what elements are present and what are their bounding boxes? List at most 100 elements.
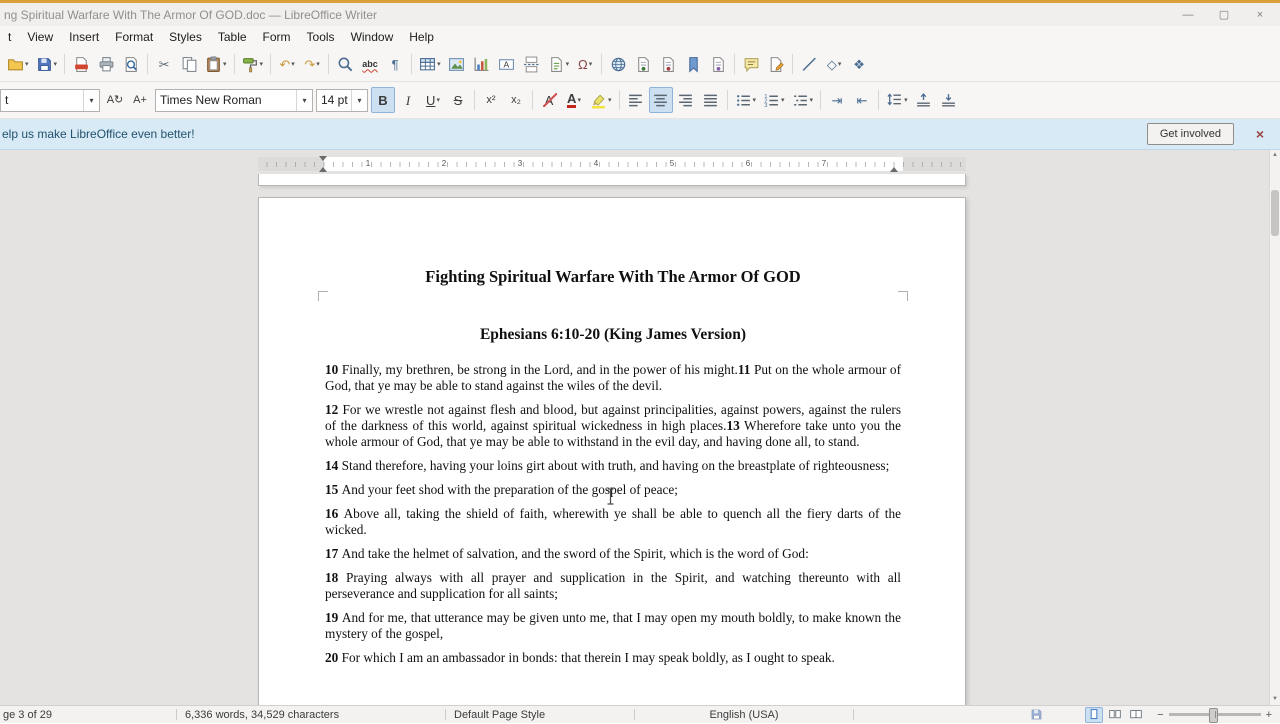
- multi-page-view-button[interactable]: [1106, 707, 1124, 723]
- paragraph[interactable]: 19 And for me, that utterance may be giv…: [325, 610, 901, 642]
- copy-button[interactable]: [177, 51, 201, 77]
- paragraph[interactable]: 20 For which I am an ambassador in bonds…: [325, 650, 901, 666]
- underline-button[interactable]: U ▾: [421, 87, 445, 113]
- insert-line-button[interactable]: [797, 51, 821, 77]
- minimize-button[interactable]: —: [1170, 4, 1206, 25]
- increase-indent-button[interactable]: ⇥: [825, 87, 849, 113]
- status-page-style[interactable]: Default Page Style: [446, 709, 634, 721]
- status-word-count[interactable]: 6,336 words, 34,529 characters: [177, 709, 445, 721]
- dropdown-arrow-icon[interactable]: ▾: [54, 60, 58, 68]
- scroll-up-icon[interactable]: ▲: [1270, 150, 1280, 161]
- dropdown-arrow-icon[interactable]: ▾: [781, 96, 785, 104]
- show-draw-functions-button[interactable]: ❖: [847, 51, 871, 77]
- ordered-list-button[interactable]: ▾: [760, 87, 788, 113]
- dropdown-arrow-icon[interactable]: ▾: [904, 96, 908, 104]
- dropdown-arrow-icon[interactable]: ▾: [436, 96, 440, 104]
- open-button[interactable]: ▾: [4, 51, 32, 77]
- insert-bookmark-button[interactable]: [681, 51, 705, 77]
- insert-table-button[interactable]: ▾: [416, 51, 444, 77]
- dropdown-arrow-icon[interactable]: ▾: [260, 60, 264, 68]
- insert-endnote-button[interactable]: [656, 51, 680, 77]
- vertical-scrollbar[interactable]: ▲ ▼: [1269, 150, 1280, 705]
- justify-button[interactable]: [699, 87, 723, 113]
- document-page[interactable]: Fighting Spiritual Warfare With The Armo…: [258, 197, 966, 705]
- insert-image-button[interactable]: [445, 51, 469, 77]
- menu-edit-partial[interactable]: t: [0, 28, 19, 46]
- decrease-indent-button[interactable]: ⇤: [850, 87, 874, 113]
- page-break-button[interactable]: [520, 51, 544, 77]
- menu-form[interactable]: Form: [255, 28, 299, 46]
- bold-button[interactable]: B: [371, 87, 395, 113]
- print-button[interactable]: [94, 51, 118, 77]
- zoom-out-button[interactable]: −: [1157, 709, 1163, 721]
- subscript-button[interactable]: x₂: [504, 87, 528, 113]
- status-language[interactable]: English (USA): [635, 709, 853, 721]
- align-left-button[interactable]: [624, 87, 648, 113]
- dropdown-arrow-icon[interactable]: ▾: [753, 96, 757, 104]
- insert-special-character-button[interactable]: Ω ▾: [573, 51, 597, 77]
- paste-button[interactable]: ▾: [202, 51, 230, 77]
- save-button[interactable]: ▾: [33, 51, 61, 77]
- undo-button[interactable]: ↶ ▾: [275, 51, 299, 77]
- basic-shapes-button[interactable]: ◇ ▾: [822, 51, 846, 77]
- track-changes-button[interactable]: [764, 51, 788, 77]
- menu-tools[interactable]: Tools: [299, 28, 343, 46]
- menu-window[interactable]: Window: [343, 28, 402, 46]
- increase-paragraph-spacing-button[interactable]: [912, 87, 936, 113]
- redo-button[interactable]: ↷ ▾: [300, 51, 324, 77]
- paragraph[interactable]: 10 Finally, my brethren, be strong in th…: [325, 362, 901, 394]
- horizontal-ruler[interactable]: 1 2 3 4 5 6 7: [258, 156, 966, 172]
- menu-insert[interactable]: Insert: [61, 28, 107, 46]
- paragraph[interactable]: 17 And take the helmet of salvation, and…: [325, 546, 901, 562]
- dropdown-arrow-icon[interactable]: ▾: [838, 60, 842, 68]
- dropdown-arrow-icon[interactable]: ▾: [437, 60, 441, 68]
- highlight-color-button[interactable]: ▾: [587, 87, 615, 113]
- paragraph-style-dropdown-icon[interactable]: ▾: [83, 89, 99, 111]
- insert-hyperlink-button[interactable]: [606, 51, 630, 77]
- insert-chart-button[interactable]: [470, 51, 494, 77]
- menu-format[interactable]: Format: [107, 28, 161, 46]
- paragraph-style-select[interactable]: t ▾: [0, 88, 100, 112]
- zoom-slider[interactable]: [1168, 708, 1261, 723]
- dropdown-arrow-icon[interactable]: ▾: [566, 60, 570, 68]
- superscript-button[interactable]: x²: [479, 87, 503, 113]
- paragraph[interactable]: 14 Stand therefore, having your loins gi…: [325, 458, 901, 474]
- dropdown-arrow-icon[interactable]: ▾: [589, 60, 593, 68]
- font-color-button[interactable]: A ▾: [562, 87, 586, 113]
- scroll-down-icon[interactable]: ▼: [1270, 694, 1280, 705]
- restore-button[interactable]: ▢: [1206, 4, 1242, 25]
- menu-styles[interactable]: Styles: [161, 28, 210, 46]
- scrollbar-thumb[interactable]: [1271, 190, 1279, 236]
- italic-button[interactable]: I: [396, 87, 420, 113]
- dropdown-arrow-icon[interactable]: ▾: [316, 60, 320, 68]
- print-preview-button[interactable]: [119, 51, 143, 77]
- paragraph[interactable]: 12 For we wrestle not against flesh and …: [325, 402, 901, 450]
- unordered-list-button[interactable]: ▾: [732, 87, 760, 113]
- document-body[interactable]: 10 Finally, my brethren, be strong in th…: [325, 362, 901, 666]
- clear-formatting-button[interactable]: A: [537, 87, 561, 113]
- get-involved-button[interactable]: Get involved: [1146, 123, 1234, 145]
- insert-field-button[interactable]: ▾: [545, 51, 573, 77]
- dropdown-arrow-icon[interactable]: ▾: [810, 96, 814, 104]
- cut-button[interactable]: ✂: [152, 51, 176, 77]
- decrease-paragraph-spacing-button[interactable]: [937, 87, 961, 113]
- paragraph[interactable]: 16 Above all, taking the shield of faith…: [325, 506, 901, 538]
- font-size-select[interactable]: 14 pt ▾: [316, 88, 368, 112]
- dropdown-arrow-icon[interactable]: ▾: [577, 96, 581, 104]
- menu-help[interactable]: Help: [401, 28, 442, 46]
- dropdown-arrow-icon[interactable]: ▾: [25, 60, 29, 68]
- dropdown-arrow-icon[interactable]: ▾: [608, 96, 612, 104]
- font-name-select[interactable]: Times New Roman ▾: [155, 88, 313, 112]
- single-page-view-button[interactable]: [1085, 706, 1104, 723]
- book-view-button[interactable]: [1127, 707, 1145, 723]
- formatting-marks-button[interactable]: ¶: [383, 51, 407, 77]
- notification-close-icon[interactable]: ×: [1248, 125, 1272, 143]
- find-replace-button[interactable]: [333, 51, 357, 77]
- paragraph[interactable]: 18 Praying always with all prayer and su…: [325, 570, 901, 602]
- export-pdf-button[interactable]: [69, 51, 93, 77]
- strikethrough-button[interactable]: S: [446, 87, 470, 113]
- dropdown-arrow-icon[interactable]: ▾: [291, 60, 295, 68]
- outline-list-button[interactable]: ▾: [789, 87, 817, 113]
- left-indent-marker[interactable]: [319, 163, 327, 172]
- insert-comment-button[interactable]: [739, 51, 763, 77]
